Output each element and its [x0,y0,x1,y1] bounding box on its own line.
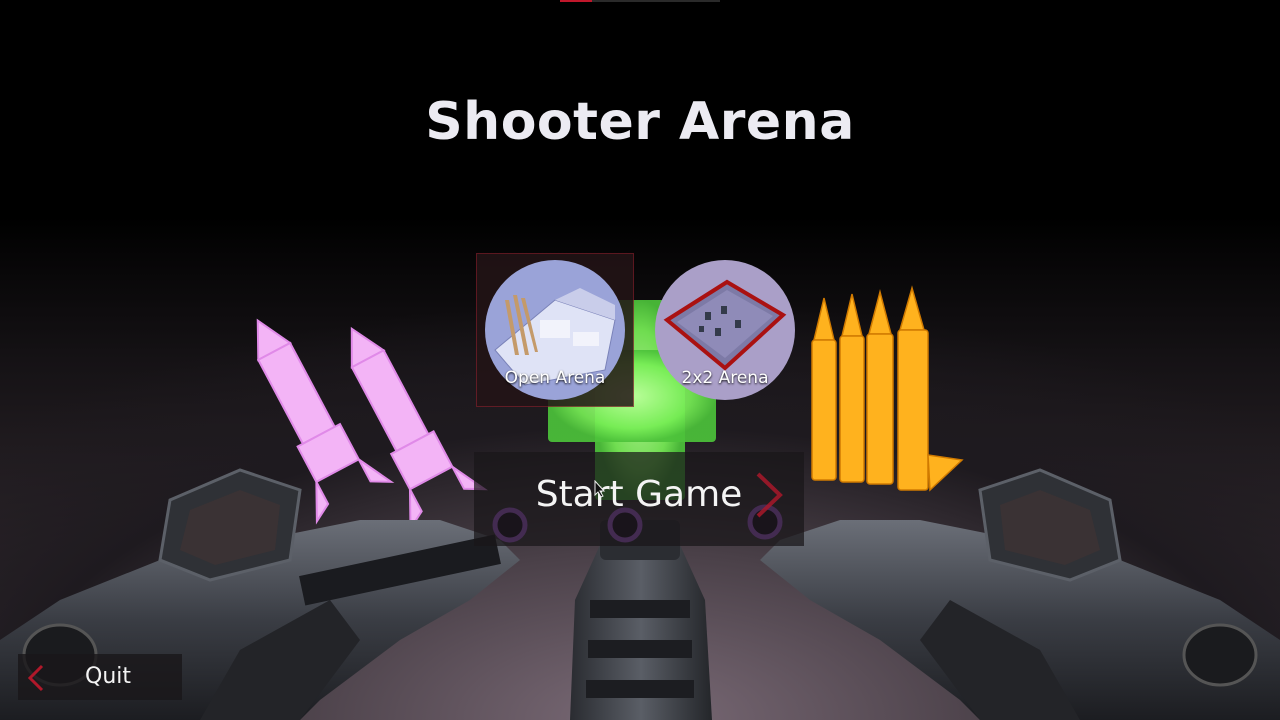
map-option-label: 2x2 Arena [681,368,769,388]
mouse-cursor-icon [594,480,606,498]
quit-button[interactable]: Quit [18,654,182,700]
chevron-right-icon [756,472,783,518]
chevron-left-icon [27,664,44,692]
quit-label: Quit [85,664,131,689]
center-weapon-model [570,520,712,720]
map-option-open-arena[interactable]: Open Arena [476,253,634,407]
bullet-ammo-icon [811,285,964,492]
background-scene: Shooter Arena Open Arena 2x2 Arena Start… [0,0,1280,720]
right-weapon-model [760,468,1280,720]
game-title: Shooter Arena [425,92,855,152]
map-option-2x2-arena[interactable]: 2x2 Arena [647,254,803,406]
start-game-button[interactable]: Start Game [474,452,804,546]
map-option-label: Open Arena [504,368,606,388]
